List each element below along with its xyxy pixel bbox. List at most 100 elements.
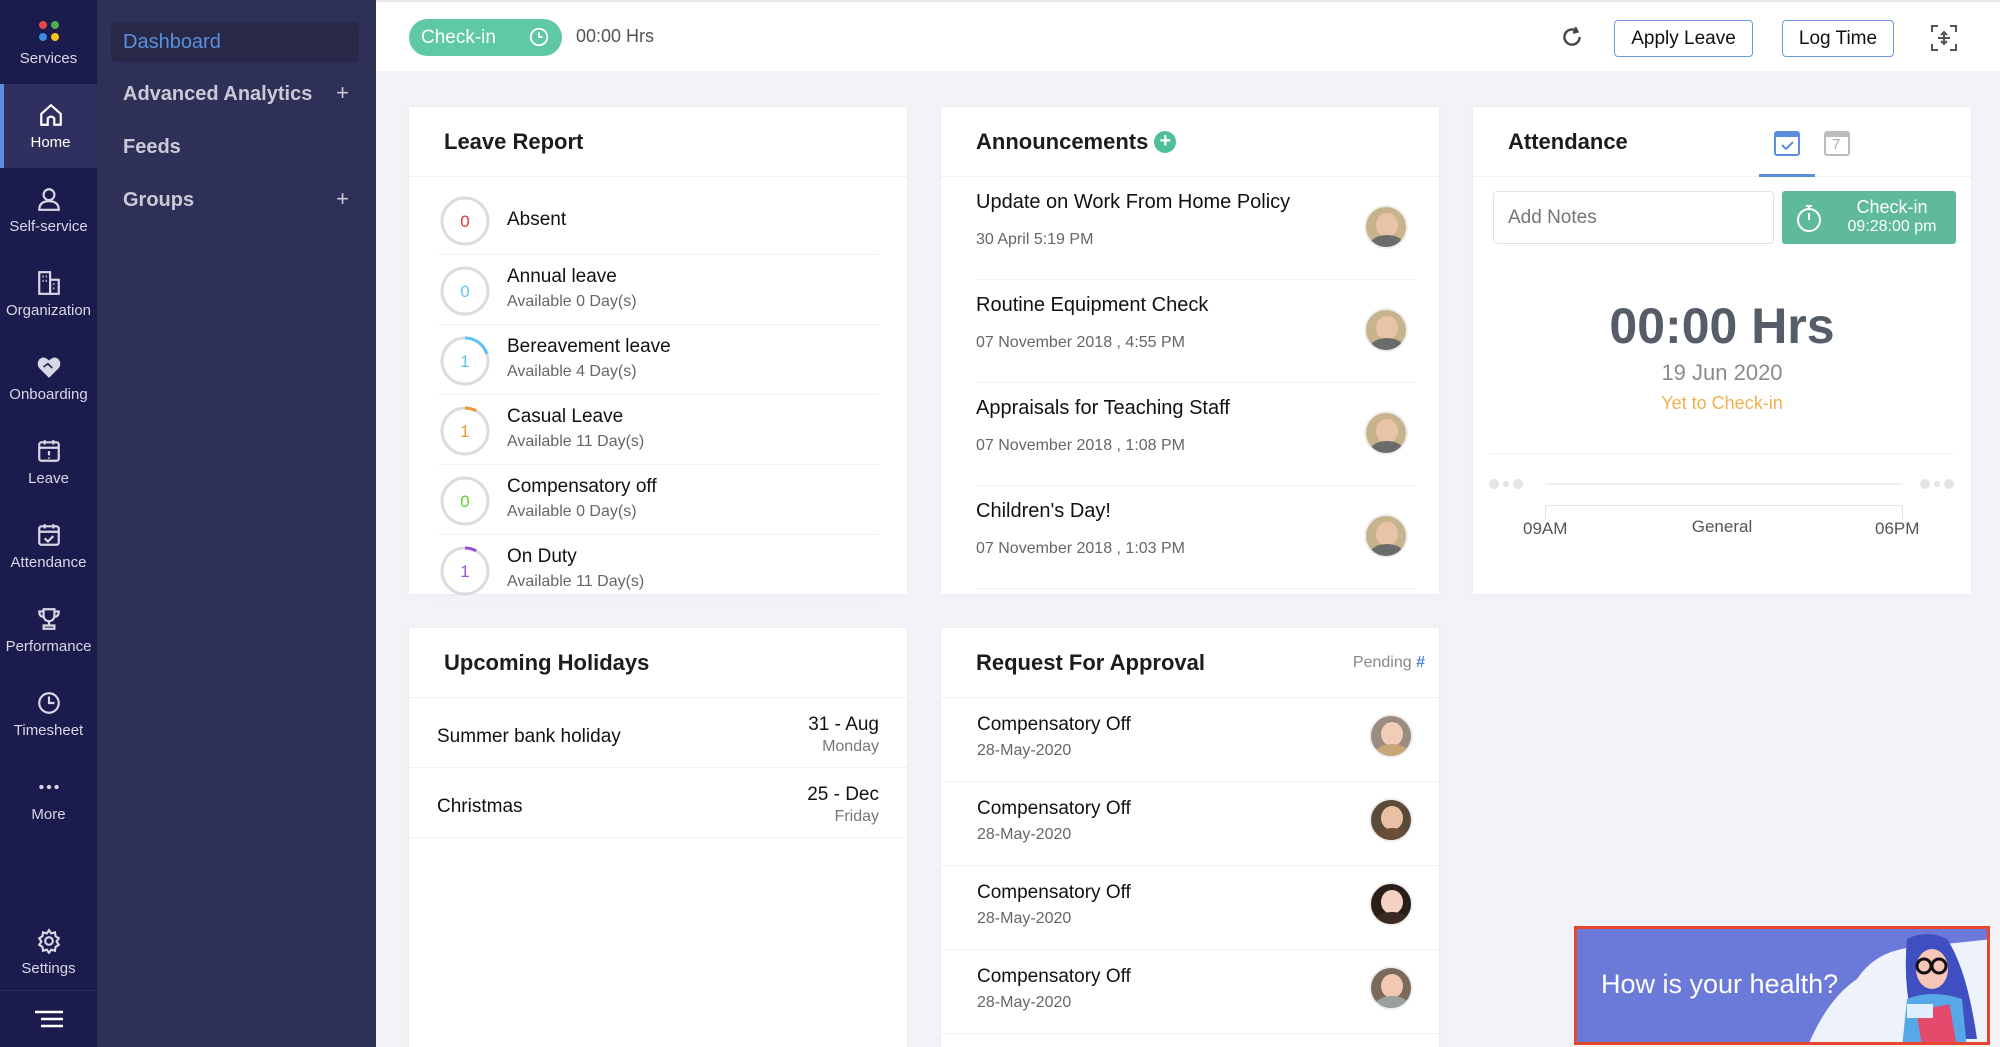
announcement-item[interactable]: Update on Work From Home Policy 30 April … [976, 177, 1416, 280]
holiday-name: Christmas [437, 796, 523, 817]
rail-item-settings[interactable]: Settings [0, 910, 97, 994]
announcement-date: 07 November 2018 , 1:03 PM [976, 540, 1186, 557]
rail-item-more[interactable]: More [0, 756, 97, 840]
leave-row[interactable]: 1 On Duty Available 11 Day(s) [439, 535, 879, 605]
approval-title: Compensatory Off [977, 882, 1131, 903]
health-banner-text: How is your health? [1601, 969, 1839, 999]
avatar[interactable] [1369, 798, 1413, 842]
subnav-item-advanced-analytics[interactable]: Advanced Analytics + [111, 74, 359, 114]
rail-item-self-service[interactable]: Self-service [0, 168, 97, 252]
avatar[interactable] [1364, 205, 1408, 249]
avatar[interactable] [1364, 308, 1408, 352]
announcement-item[interactable]: Children's Day! 07 November 2018 , 1:03 P… [976, 486, 1416, 589]
avatar-body [1375, 996, 1409, 1008]
building-icon [37, 270, 60, 295]
approval-item[interactable]: Compensatory Off 28-May-2020 [941, 950, 1439, 1034]
avatar-body [1375, 828, 1409, 840]
calendar-alert-icon [37, 439, 60, 462]
leave-type-name: Bereavement leave [507, 336, 671, 357]
announcements-card: Announcements + Update on Work From Home… [941, 107, 1439, 594]
leave-count: 0 [460, 492, 469, 511]
refresh-icon[interactable] [1559, 24, 1585, 50]
announcement-item[interactable]: Routine Equipment Check 07 November 2018 … [976, 280, 1416, 383]
checkin-button[interactable]: Check-in [409, 19, 562, 56]
rail-label: Leave [28, 469, 69, 487]
approval-date: 28-May-2020 [977, 994, 1072, 1011]
avatar-body [1375, 744, 1409, 756]
menu-toggle-button[interactable] [0, 990, 97, 1047]
secondary-nav: Dashboard Advanced Analytics + Feeds Gro… [97, 0, 376, 1047]
rail-item-performance[interactable]: Performance [0, 588, 97, 672]
approval-item[interactable]: Compensatory Off 28-May-2020 [941, 866, 1439, 950]
leave-report-title: Leave Report [444, 128, 584, 154]
avatar[interactable] [1364, 514, 1408, 558]
rail-item-timesheet[interactable]: Timesheet [0, 672, 97, 756]
services-dots-icon [36, 18, 62, 44]
add-icon[interactable]: + [336, 80, 349, 106]
add-icon[interactable]: + [336, 186, 349, 212]
tab-today[interactable] [1759, 107, 1815, 177]
leave-type-name: Annual leave [507, 266, 617, 287]
avatar[interactable] [1369, 966, 1413, 1010]
avatar-body [1370, 441, 1404, 453]
clock-icon [37, 691, 60, 714]
approval-item[interactable]: Compensatory Off 28-May-2020 [941, 782, 1439, 866]
upcoming-holidays-card: Upcoming Holidays Summer bank holiday 31 … [409, 628, 907, 1047]
rail-label: Onboarding [9, 385, 88, 403]
subnav-label: Dashboard [123, 30, 221, 53]
subnav-item-groups[interactable]: Groups + [111, 180, 359, 220]
rail-item-onboarding[interactable]: Onboarding [0, 336, 97, 420]
log-time-button[interactable]: Log Time [1782, 20, 1894, 57]
leave-row[interactable]: 1 Casual Leave Available 11 Day(s) [439, 395, 879, 465]
rail-label: Home [30, 133, 71, 151]
attendance-title: Attendance [1508, 128, 1628, 154]
avatar[interactable] [1369, 714, 1413, 758]
rail-label: Organization [5, 301, 92, 319]
approval-date: 28-May-2020 [977, 742, 1072, 759]
leave-progress-ring: 1 [440, 546, 490, 596]
health-banner[interactable]: How is your health? [1574, 926, 1990, 1045]
leave-available: Available 0 Day(s) [507, 293, 637, 310]
rail-item-services[interactable]: Services [0, 0, 97, 84]
leave-available: Available 4 Day(s) [507, 363, 637, 380]
leave-count: 0 [460, 212, 469, 231]
request-approval-card: Request For Approval Pending # Compensat… [941, 628, 1439, 1047]
attendance-checkin-button[interactable]: Check-in 09:28:00 pm [1782, 191, 1956, 244]
leave-progress-ring: 1 [440, 336, 490, 386]
card-title: Request For Approval Pending # [941, 628, 1439, 698]
rail-item-attendance[interactable]: Attendance [0, 504, 97, 588]
holiday-item[interactable]: Summer bank holiday 31 - Aug Monday [409, 698, 907, 768]
subnav-label: Advanced Analytics [123, 82, 313, 105]
hamburger-menu-icon [34, 1010, 63, 1028]
approval-item[interactable]: Compensatory Off 28-May-2020 [941, 698, 1439, 782]
rail-item-leave[interactable]: Leave [0, 420, 97, 504]
announcement-item[interactable]: Appraisals for Teaching Staff 07 November… [976, 383, 1416, 486]
approval-title: Compensatory Off [977, 714, 1131, 735]
leave-type-name: Absent [507, 209, 567, 230]
leave-row[interactable]: 0 Absent [439, 185, 879, 255]
rail-item-organization[interactable]: Organization [0, 252, 97, 336]
add-notes-input[interactable] [1493, 191, 1774, 244]
leave-row[interactable]: 0 Compensatory off Available 0 Day(s) [439, 465, 879, 535]
avatar-face [1376, 316, 1398, 340]
holiday-item[interactable]: Christmas 25 - Dec Friday [409, 768, 907, 838]
pending-filter[interactable]: Pending # [1353, 654, 1425, 672]
add-announcement-icon[interactable]: + [1154, 130, 1177, 153]
avatar[interactable] [1364, 411, 1408, 455]
subnav-item-feeds[interactable]: Feeds [111, 127, 359, 167]
checkin-status: Yet to Check-in [1661, 393, 1783, 413]
subnav-item-dashboard[interactable]: Dashboard [111, 22, 359, 62]
expand-icon[interactable] [1930, 24, 1958, 52]
leave-row[interactable]: 0 Annual leave Available 0 Day(s) [439, 255, 879, 325]
tab-week[interactable]: 7 [1823, 129, 1851, 157]
rail-item-home[interactable]: Home [0, 84, 97, 168]
avatar[interactable] [1369, 882, 1413, 926]
leave-progress-ring: 1 [440, 406, 490, 456]
attendance-date: 19 Jun 2020 [1661, 360, 1783, 385]
pending-hash: # [1416, 654, 1425, 671]
leave-row[interactable]: 1 Bereavement leave Available 4 Day(s) [439, 325, 879, 395]
apply-leave-button[interactable]: Apply Leave [1614, 20, 1753, 57]
announcement-title: Children's Day! [976, 500, 1111, 522]
avatar-body [1370, 338, 1404, 350]
person-icon [37, 187, 60, 211]
